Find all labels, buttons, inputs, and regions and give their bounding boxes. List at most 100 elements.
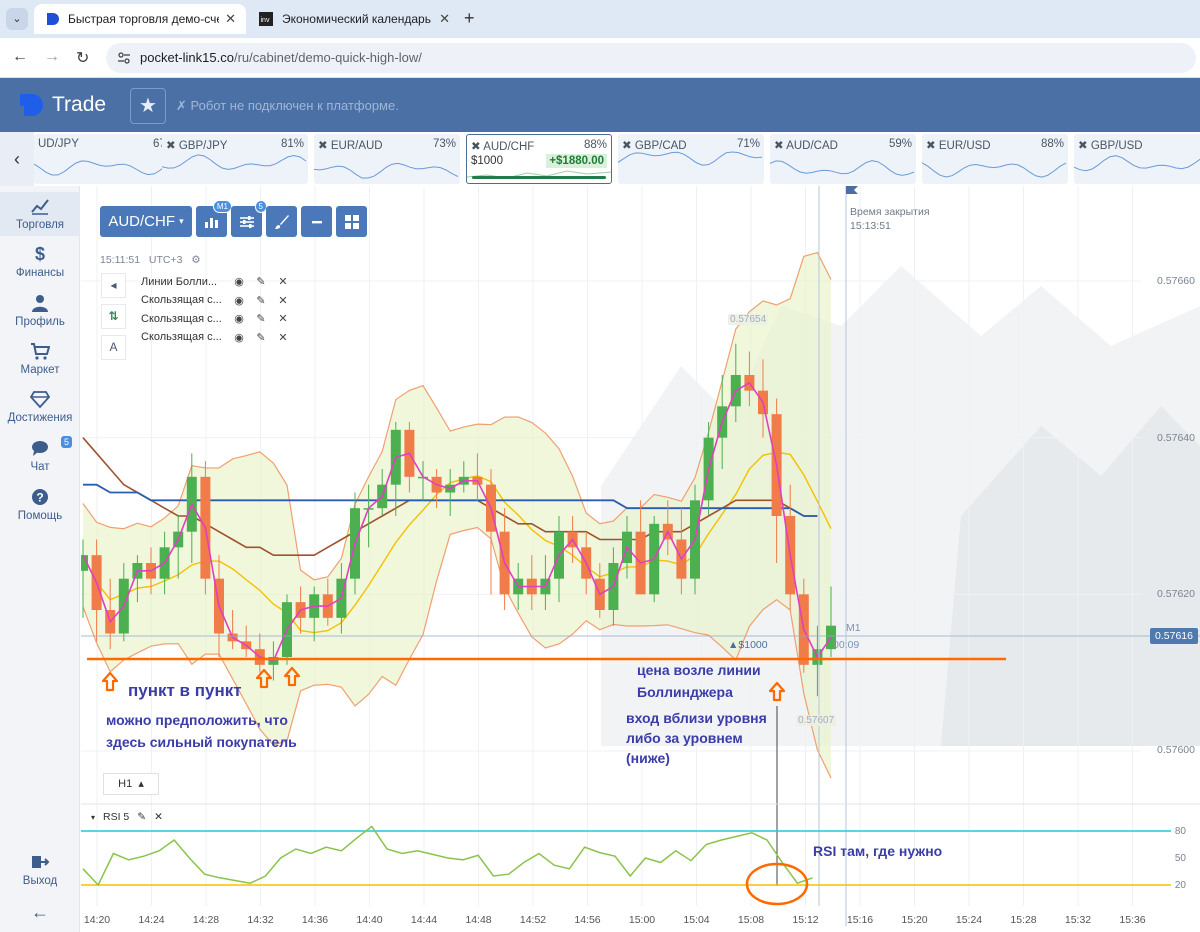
asset-card[interactable]: ✖ EUR/AUD 73% [314, 134, 460, 184]
logo-icon [20, 94, 43, 116]
brush-icon [274, 214, 289, 229]
chart-area[interactable]: AUD/CHF ▾ M1 5 15:11:51 UTC+3 ⚙ ◂ ⇅ A Ли… [81, 186, 1200, 932]
site-settings-icon[interactable] [117, 51, 131, 65]
current-price-badge: 0.57616 [1150, 628, 1198, 644]
trade-progress-bar [472, 176, 606, 179]
chat-icon [32, 441, 48, 456]
caret-down-icon[interactable]: ▾ [91, 813, 95, 822]
pair-select[interactable]: AUD/CHF ▾ [100, 206, 192, 237]
dollar-icon: $ [34, 244, 45, 264]
pencil-icon[interactable]: ✎ [255, 331, 267, 344]
time-tick-label: 15:20 [901, 914, 928, 926]
low-price-label: 0.57607 [796, 715, 837, 726]
time-tick-label: 15:32 [1064, 914, 1092, 926]
price-tick-label: 0.57600 [1157, 744, 1195, 756]
sliders-icon [239, 215, 254, 228]
eye-icon[interactable]: ◉ [233, 294, 245, 307]
open-trade-marker: ▲$1000 [728, 639, 768, 651]
investing-favicon-icon: inv [258, 11, 274, 27]
time-tick-label: 15:04 [683, 914, 710, 926]
indicator-row: Скользящая с... ◉ ✎ ✕ [141, 312, 289, 326]
reload-icon[interactable]: ↻ [76, 48, 89, 68]
pencil-icon[interactable]: ✎ [255, 294, 267, 307]
annotation-bollinger-1: цена возле линии [637, 662, 761, 678]
time-tick-label: 14:36 [301, 914, 329, 926]
minus-icon [311, 220, 322, 223]
sparkline [1074, 155, 1200, 172]
indicator-name: Линии Болли... [141, 275, 218, 288]
price-tick-label: 0.57660 [1157, 275, 1195, 287]
url-input[interactable]: pocket-link15.co/ru/cabinet/demo-quick-h… [106, 43, 1196, 73]
time-tick-label: 15:24 [955, 914, 983, 926]
help-icon: ? [32, 489, 48, 505]
asset-card[interactable]: ✖ EUR/USD 88% [922, 134, 1068, 184]
back-icon[interactable]: ← [12, 48, 28, 66]
chart-icon [31, 199, 49, 215]
asset-card[interactable]: ✖ AUD/CHF 88% $1000 +$1880.00 [466, 134, 612, 184]
time-tick-label: 14:32 [247, 914, 274, 926]
collapse-arrow-icon[interactable]: ← [0, 902, 80, 923]
tab-close-icon[interactable]: ✕ [225, 11, 236, 27]
close-flag-icon [846, 186, 858, 194]
close-icon[interactable]: ✕ [154, 811, 163, 823]
annotation-entry-3: (ниже) [626, 750, 670, 766]
sidebar-item-chat[interactable]: Чат 5 [0, 436, 80, 473]
chat-badge: 5 [61, 436, 73, 448]
indicator-row: Линии Болли... ◉ ✎ ✕ [141, 275, 289, 289]
asset-card[interactable]: ✖ GBP/JPY 81% [162, 134, 308, 184]
asset-card[interactable]: UD/JPY67% [34, 134, 180, 184]
collapse-indicators-icon[interactable]: ◂ [101, 273, 126, 298]
sparkline [770, 160, 915, 176]
layout-button[interactable] [336, 206, 367, 237]
close-icon[interactable]: ✕ [277, 312, 289, 325]
favorite-star-button[interactable]: ★ [130, 88, 166, 124]
time-tick-label: 14:56 [574, 914, 601, 926]
sidebar-item-exit[interactable]: Выход [0, 852, 80, 887]
bar-chart-icon [204, 217, 218, 228]
price-tick-label: 0.57640 [1157, 432, 1195, 444]
tab-close-icon[interactable]: ✕ [439, 11, 450, 27]
asset-card[interactable]: ✖ AUD/CAD 59% [770, 134, 916, 184]
close-icon[interactable]: ✕ [277, 331, 289, 344]
chart-type-badge: M1 [212, 200, 232, 213]
pencil-icon[interactable]: ✎ [255, 275, 267, 288]
browser-tab-active[interactable]: Быстрая торговля демо-счет ✕ [34, 4, 246, 34]
sidebar-item-market[interactable]: Маркет [0, 341, 80, 376]
chart-type-button[interactable]: M1 [196, 200, 232, 237]
sidebar-item-achievements[interactable]: Достижения [0, 389, 80, 424]
asset-card[interactable]: ✖ GBP/USD87 [1074, 134, 1200, 184]
logo[interactable]: Trade [18, 92, 106, 118]
pencil-icon[interactable]: ✎ [137, 811, 146, 823]
new-tab-icon[interactable]: + [464, 8, 475, 29]
indicators-button[interactable]: 5 [231, 200, 267, 237]
drawing-button[interactable] [266, 206, 297, 237]
time-tick-label: 15:12 [792, 914, 819, 926]
sidebar-item-finance[interactable]: $ Финансы [0, 244, 80, 279]
font-button[interactable]: A [101, 335, 126, 360]
pencil-icon[interactable]: ✎ [255, 312, 267, 325]
eye-icon[interactable]: ◉ [233, 331, 245, 344]
browser-tabbar: ⌄ Быстрая торговля демо-счет ✕ inv Эконо… [0, 0, 1200, 38]
rsi-level-label: 20 [1174, 880, 1186, 891]
sidebar-item-profile[interactable]: Профиль [0, 293, 80, 328]
close-icon[interactable]: ✕ [277, 294, 289, 307]
minus-button[interactable] [301, 206, 332, 237]
url-host: pocket-link15.co [140, 50, 234, 65]
forward-icon[interactable]: → [44, 48, 60, 66]
time-tick-label: 14:44 [410, 914, 438, 926]
close-icon[interactable]: ✕ [277, 275, 289, 288]
annotation-rsi: RSI там, где нужно [813, 843, 943, 859]
eye-icon[interactable]: ◉ [233, 275, 245, 288]
browser-tab-inactive[interactable]: inv Экономический календарь — ✕ [248, 4, 460, 34]
eye-icon[interactable]: ◉ [233, 312, 245, 325]
asset-card[interactable]: ✖ GBP/CAD 71% [618, 134, 764, 184]
timeframe-select[interactable]: H1 ▴ [103, 773, 159, 795]
sidebar-item-trading[interactable]: Торговля [0, 192, 80, 236]
sidebar-item-help[interactable]: ? Помощь [0, 487, 80, 522]
sort-arrows-icon[interactable]: ⇅ [101, 304, 126, 329]
asset-name: ✖ AUD/CHF [471, 141, 535, 153]
chevron-left-icon[interactable]: ‹ [0, 132, 34, 186]
tab-search-button[interactable]: ⌄ [6, 8, 28, 30]
gear-icon[interactable]: ⚙ [191, 254, 200, 266]
annotation-entry-1: вход вблизи уровня [626, 710, 767, 726]
